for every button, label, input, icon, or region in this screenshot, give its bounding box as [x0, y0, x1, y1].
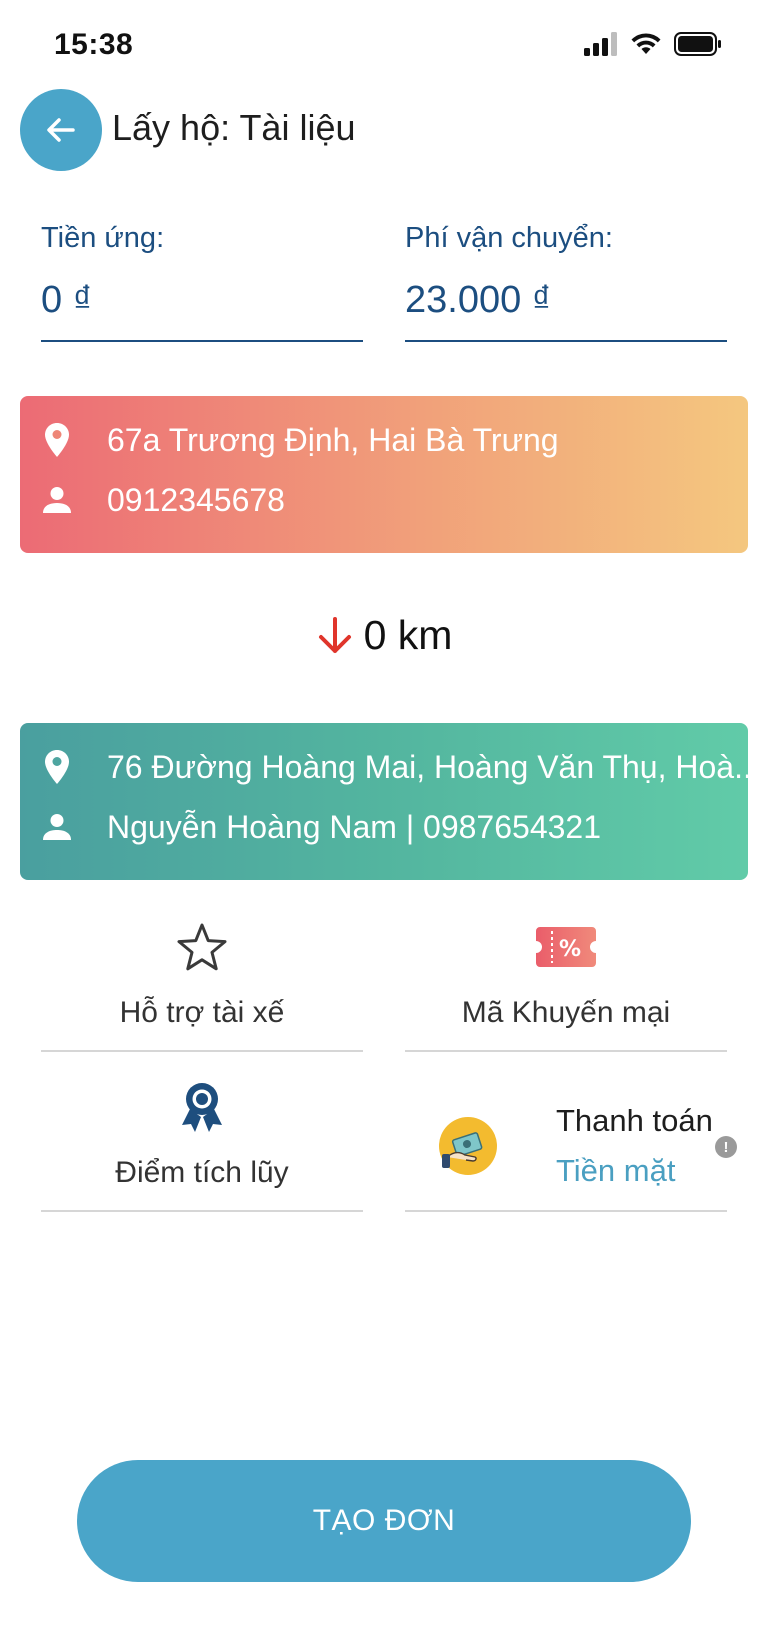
arrow-left-icon: [47, 118, 75, 142]
payment-method[interactable]: Tiền mặt: [556, 1153, 675, 1189]
location-pin-icon: [40, 747, 74, 787]
location-pin-icon: [40, 420, 74, 460]
pickup-contact-row: 0912345678: [40, 480, 748, 520]
svg-text:%: %: [559, 937, 581, 962]
advance-amount-value[interactable]: 0 ₫: [41, 279, 363, 322]
star-outline-icon: [177, 922, 227, 972]
cash-hand-icon: [439, 1117, 497, 1175]
loyalty-points-label: Điểm tích lũy: [115, 1156, 289, 1189]
distance-indicator: 0 km: [0, 612, 768, 659]
pickup-card[interactable]: 67a Trương Định, Hai Bà Trưng 0912345678: [20, 396, 748, 553]
pickup-contact: 0912345678: [107, 481, 285, 518]
loyalty-points-option[interactable]: Điểm tích lũy: [41, 1080, 363, 1212]
payment-content: Thanh toán Tiền mặt !: [439, 1080, 737, 1200]
page-title: Lấy hộ: Tài liệu: [112, 107, 356, 148]
battery-icon: [674, 32, 721, 56]
distance-text: 0 km: [363, 612, 453, 658]
dropoff-contact-row: Nguyễn Hoàng Nam | 0987654321: [40, 807, 748, 847]
person-icon: [40, 480, 74, 520]
shipping-fee-value: 23.000 ₫: [405, 279, 552, 321]
driver-support-label: Hỗ trợ tài xế: [119, 996, 285, 1029]
arrow-down-icon: [318, 616, 351, 653]
coupon-percent-icon: %: [534, 922, 598, 972]
info-icon[interactable]: !: [715, 1136, 737, 1158]
status-bar: 15:38: [0, 0, 768, 90]
promo-code-option[interactable]: % Mã Khuyến mại: [405, 920, 727, 1052]
pickup-address: 67a Trương Định, Hai Bà Trưng: [107, 421, 559, 458]
back-button[interactable]: [20, 89, 102, 171]
shipping-fee-field: Phí vận chuyển: 23.000 ₫: [405, 218, 727, 342]
pickup-address-row: 67a Trương Định, Hai Bà Trưng: [40, 420, 748, 460]
payment-title: Thanh toán: [556, 1103, 713, 1138]
promo-code-label: Mã Khuyến mại: [461, 996, 671, 1029]
dropoff-card[interactable]: 76 Đường Hoàng Mai, Hoàng Văn Thụ, Hoà..…: [20, 723, 748, 880]
dropoff-address: 76 Đường Hoàng Mai, Hoàng Văn Thụ, Hoà..…: [107, 748, 748, 785]
advance-amount-label: Tiền ứng:: [41, 222, 165, 254]
driver-support-option[interactable]: Hỗ trợ tài xế: [41, 920, 363, 1052]
wifi-icon: [631, 33, 661, 54]
dropoff-contact: Nguyễn Hoàng Nam | 0987654321: [107, 808, 601, 845]
advance-amount-field[interactable]: Tiền ứng: 0 ₫: [41, 218, 363, 342]
person-icon: [40, 807, 74, 847]
create-order-button[interactable]: TẠO ĐƠN: [77, 1460, 691, 1582]
payment-option[interactable]: Thanh toán Tiền mặt !: [405, 1080, 737, 1212]
dropoff-address-row: 76 Đường Hoàng Mai, Hoàng Văn Thụ, Hoà..…: [40, 747, 748, 787]
cellular-signal-icon: [584, 32, 617, 56]
status-icons: [584, 32, 722, 56]
award-ribbon-icon: [180, 1082, 224, 1134]
status-time: 15:38: [54, 28, 134, 61]
shipping-fee-label: Phí vận chuyển:: [405, 222, 613, 254]
